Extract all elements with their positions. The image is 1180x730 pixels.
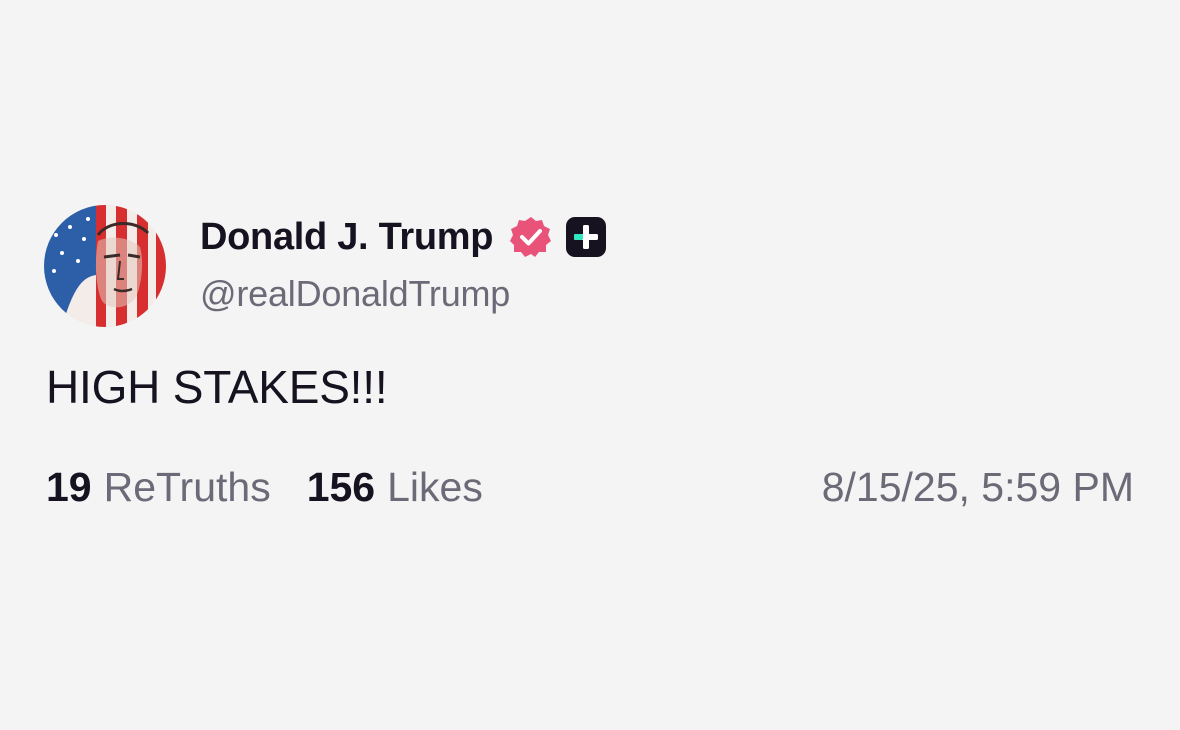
display-name[interactable]: Donald J. Trump (200, 216, 494, 259)
truth-post: Donald J. Trump @realDonaldTrump HIGH ST… (0, 0, 1180, 730)
name-row: Donald J. Trump (200, 211, 607, 263)
retruths-label: ReTruths (103, 464, 271, 510)
avatar[interactable] (44, 205, 166, 327)
plus-badge-icon (565, 216, 607, 258)
author-handle[interactable]: @realDonaldTrump (200, 273, 607, 315)
likes-label: Likes (387, 464, 483, 510)
avatar-image (44, 205, 166, 327)
post-header: Donald J. Trump @realDonaldTrump (44, 205, 607, 327)
likes-count: 156 (306, 464, 376, 510)
author-identity: Donald J. Trump @realDonaldTrump (200, 205, 607, 315)
retruths-count: 19 (46, 464, 92, 510)
post-footer: 19 ReTruths 156 Likes 8/15/25, 5:59 PM (46, 464, 1134, 511)
verified-badge-icon (509, 215, 553, 259)
retruths-stat[interactable]: 19 ReTruths (46, 464, 271, 511)
post-text: HIGH STAKES!!! (46, 361, 388, 413)
likes-stat[interactable]: 156 Likes (307, 464, 483, 511)
post-timestamp[interactable]: 8/15/25, 5:59 PM (822, 464, 1134, 511)
